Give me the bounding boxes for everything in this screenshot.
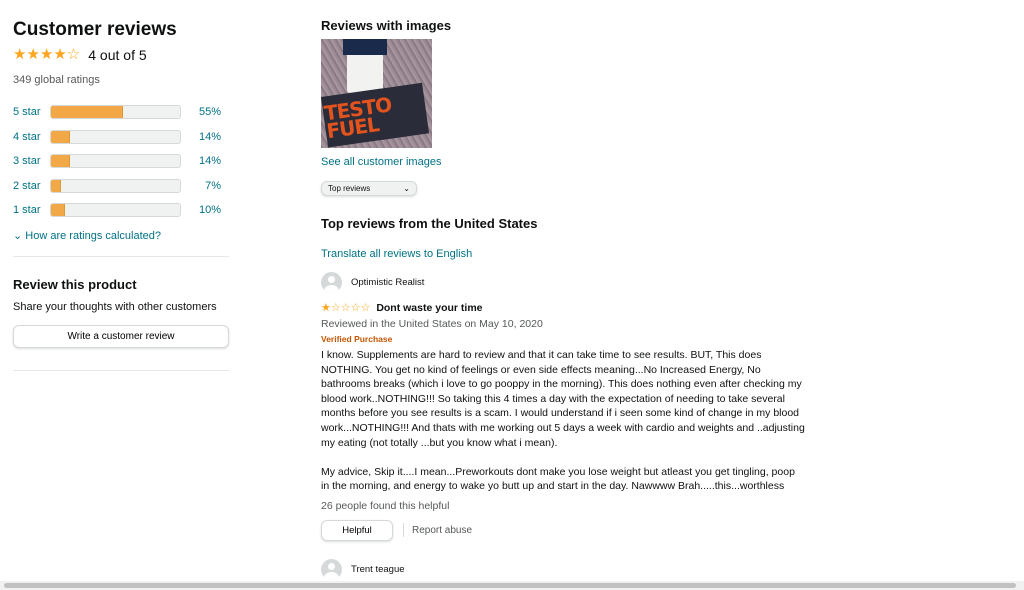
histogram-bar-fill (51, 179, 62, 192)
average-rating-row: ★★★★☆ 4 out of 5 (13, 45, 229, 65)
see-all-images-link[interactable]: See all customer images (321, 156, 811, 168)
review-date: Reviewed in the United States on May 10,… (321, 318, 543, 330)
histogram-label[interactable]: 1 star (13, 204, 50, 216)
divider (13, 255, 229, 257)
histogram-row-5[interactable]: 5 star 55% (13, 100, 229, 125)
reviewer-profile[interactable]: Trent teague (321, 558, 811, 580)
average-rating-text: 4 out of 5 (88, 47, 147, 63)
helpful-count: 26 people found this helpful (321, 499, 450, 512)
review-paragraph: My advice, Skip it....I mean...Preworkou… (321, 465, 795, 493)
histogram-percent[interactable]: 10% (189, 204, 221, 216)
how-ratings-calculated-label[interactable]: How are ratings calculated? (25, 230, 161, 242)
divider (403, 523, 404, 538)
avatar-icon[interactable] (321, 558, 342, 580)
review-stars-icon[interactable]: ★☆☆☆☆ (321, 301, 370, 314)
review-title[interactable]: Dont waste your time (376, 302, 482, 314)
histogram-row-2[interactable]: 2 star 7% (13, 174, 229, 199)
histogram-bar-fill (51, 155, 71, 168)
histogram-label[interactable]: 2 star (13, 180, 50, 192)
histogram-bar[interactable] (50, 154, 181, 169)
bottle-cap-shape (343, 39, 387, 55)
reviewer-name[interactable]: Trent teague (351, 564, 405, 575)
review-header: ★☆☆☆☆ Dont waste your time (321, 301, 811, 315)
rating-histogram: 5 star 55% 4 star 14% 3 star 14% 2 star … (13, 100, 229, 223)
histogram-bar[interactable] (50, 129, 181, 144)
histogram-bar[interactable] (50, 105, 181, 120)
avatar-icon[interactable] (321, 272, 342, 293)
histogram-bar[interactable] (50, 203, 181, 218)
reviewer-name[interactable]: Optimistic Realist (351, 277, 424, 288)
histogram-bar-fill (51, 106, 123, 119)
write-review-button[interactable]: Write a customer review (13, 324, 229, 348)
how-ratings-calculated-link[interactable]: ⌄ How are ratings calculated? (13, 229, 229, 242)
customer-reviews-title: Customer reviews (13, 19, 177, 40)
reviews-with-images-title: Reviews with images (321, 18, 452, 33)
histogram-row-4[interactable]: 4 star 14% (13, 125, 229, 150)
histogram-row-3[interactable]: 3 star 14% (13, 149, 229, 174)
histogram-bar-fill (51, 130, 71, 143)
reviewer-profile[interactable]: Optimistic Realist (321, 272, 811, 293)
histogram-label[interactable]: 5 star (13, 106, 50, 118)
chevron-down-icon: ⌄ (403, 184, 410, 193)
review-product-subtitle: Share your thoughts with other customers (13, 300, 217, 313)
histogram-label[interactable]: 4 star (13, 131, 50, 143)
histogram-bar[interactable] (50, 178, 181, 193)
histogram-percent[interactable]: 7% (189, 180, 221, 192)
histogram-bar-fill (51, 204, 65, 217)
review-actions: Helpful Report abuse (321, 519, 811, 541)
sort-selected-value: Top reviews (328, 184, 371, 193)
ratings-summary: Customer reviews ★★★★☆ 4 out of 5 349 gl… (13, 18, 229, 371)
histogram-percent[interactable]: 14% (189, 155, 221, 167)
histogram-row-1[interactable]: 1 star 10% (13, 198, 229, 223)
divider (13, 369, 229, 371)
review-body: I know. Supplements are hard to review a… (321, 348, 805, 494)
scrollbar-thumb[interactable] (4, 583, 1016, 588)
verified-purchase-badge[interactable]: Verified Purchase (321, 334, 811, 344)
horizontal-scrollbar[interactable] (0, 581, 1024, 590)
histogram-percent[interactable]: 55% (189, 106, 221, 118)
review-product-title: Review this product (13, 276, 137, 292)
top-reviews-title: Top reviews from the United States (321, 216, 538, 231)
translate-reviews-link[interactable]: Translate all reviews to English (321, 248, 811, 260)
histogram-percent[interactable]: 14% (189, 131, 221, 143)
helpful-button[interactable]: Helpful (321, 519, 393, 541)
global-ratings-count: 349 global ratings (13, 74, 100, 86)
histogram-label[interactable]: 3 star (13, 155, 50, 167)
review-image-thumbnail[interactable]: TESTO FUEL (321, 39, 432, 148)
average-stars-icon: ★★★★☆ (13, 46, 81, 63)
review-paragraph: I know. Supplements are hard to review a… (321, 349, 805, 449)
sort-dropdown[interactable]: Top reviews ⌄ (321, 181, 417, 196)
report-abuse-link[interactable]: Report abuse (412, 525, 472, 536)
review: Optimistic Realist ★☆☆☆☆ Dont waste your… (321, 272, 811, 541)
chevron-down-icon: ⌄ (13, 229, 23, 242)
reviews-column: Reviews with images TESTO FUEL See all c… (321, 18, 811, 580)
